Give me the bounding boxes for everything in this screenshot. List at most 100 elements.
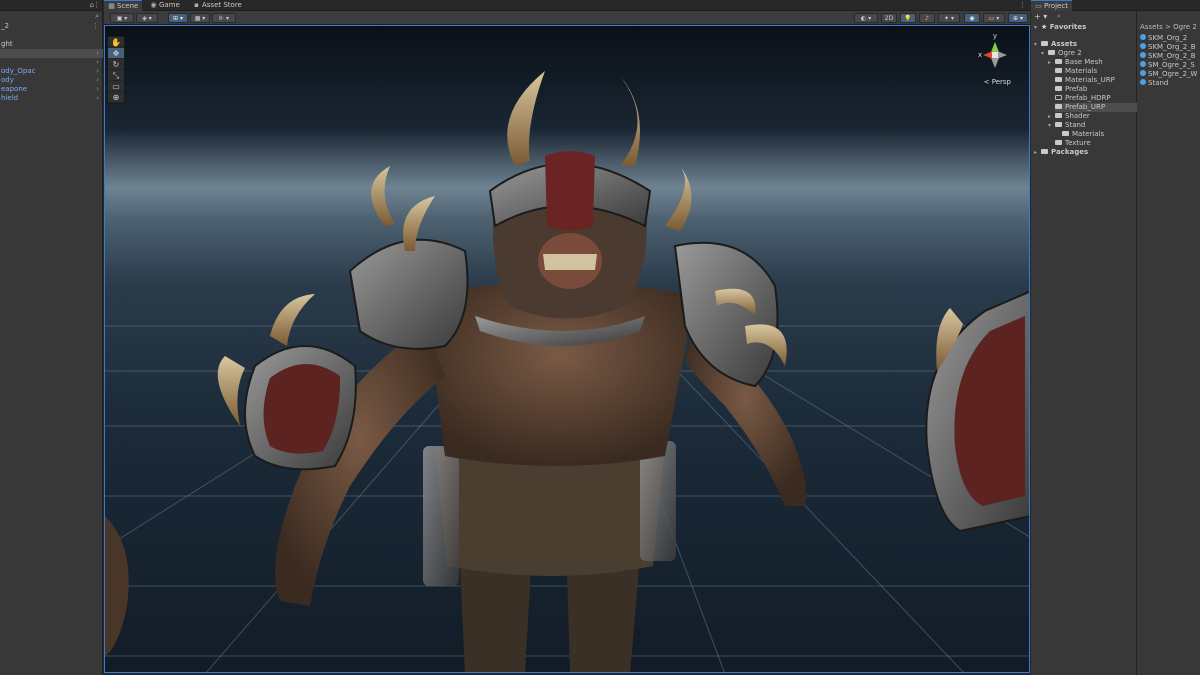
- tree-texture[interactable]: Texture: [1055, 139, 1091, 148]
- hierarchy-item[interactable]: eapone ›: [0, 85, 103, 94]
- tree-assets[interactable]: ▾ Assets: [1034, 40, 1077, 49]
- asset-item[interactable]: SM_Ogre_2_W: [1140, 70, 1197, 79]
- scene-render: [105, 71, 1029, 672]
- hierarchy-item[interactable]: _2 ⋮: [0, 22, 103, 31]
- tree-prefab-hdrp[interactable]: Prefab_HDRP: [1055, 94, 1111, 103]
- shading-mode-button[interactable]: ▣ ▾: [110, 13, 134, 23]
- search-icon[interactable]: ⌕: [1057, 12, 1061, 21]
- breadcrumb-ogre2[interactable]: Ogre 2: [1173, 23, 1197, 31]
- chevron-right-icon[interactable]: ›: [96, 67, 99, 76]
- scale-tool-icon[interactable]: ⤡: [108, 70, 124, 81]
- folder-icon: [1055, 58, 1062, 64]
- prefab-icon: [1140, 61, 1146, 67]
- orientation-gizmo[interactable]: y x: [975, 30, 1015, 74]
- visibility-icon[interactable]: ◉: [964, 13, 980, 23]
- hierarchy-item-label: ght: [1, 40, 13, 48]
- draw-mode-button[interactable]: ◈ ▾: [136, 13, 158, 23]
- tree-stand-materials[interactable]: Materials: [1062, 130, 1104, 139]
- projection-label[interactable]: < Persp: [984, 78, 1011, 86]
- asset-item[interactable]: Stand: [1140, 79, 1168, 88]
- gamepad-icon: ◉: [150, 1, 157, 9]
- tree-shader[interactable]: ▸ Shader: [1048, 112, 1090, 121]
- chevron-down-icon: ▾: [1034, 41, 1038, 48]
- gizmo-neg-y-axis[interactable]: [991, 58, 999, 68]
- chevron-right-icon[interactable]: ›: [96, 58, 99, 67]
- tree-prefab-urp[interactable]: Prefab_URP: [1055, 103, 1137, 112]
- gizmo-y-label: y: [993, 32, 997, 40]
- menu-icon[interactable]: ⋮: [93, 0, 100, 11]
- chevron-right-icon[interactable]: ›: [96, 49, 99, 58]
- increment-snap-button[interactable]: ⊪ ▾: [212, 13, 236, 23]
- tab-scene[interactable]: ▦ Scene: [104, 0, 143, 11]
- gizmo-neg-x-axis[interactable]: [997, 51, 1007, 59]
- hierarchy-item[interactable]: ght: [0, 40, 103, 49]
- hierarchy-item[interactable]: ody_Opac ›: [0, 67, 103, 76]
- grid-snap-button[interactable]: ▦ ▾: [190, 13, 210, 23]
- bag-icon: ▪: [194, 1, 199, 9]
- tree-prefab[interactable]: Prefab: [1055, 85, 1087, 94]
- folder-icon: [1055, 139, 1062, 145]
- asset-item[interactable]: SKM_Org_2_B: [1140, 43, 1196, 52]
- hierarchy-item-selected[interactable]: ›: [0, 49, 103, 58]
- tab-game[interactable]: ◉ Game: [146, 0, 184, 11]
- shield-fragment-left: [105, 516, 129, 656]
- chevron-right-icon: ▸: [1048, 113, 1052, 120]
- gizmo-x-axis[interactable]: [983, 51, 993, 59]
- tree-stand[interactable]: ▾ Stand: [1048, 121, 1085, 130]
- project-tab-bar: ▭ Project: [1031, 0, 1200, 11]
- scene-tab-bar: ▦ Scene ◉ Game ▪ Asset Store ⋮: [104, 0, 1030, 11]
- effects-icon[interactable]: ✦ ▾: [938, 13, 960, 23]
- asset-item[interactable]: SKM_Org_2: [1140, 34, 1187, 43]
- gizmo-y-axis[interactable]: [991, 42, 999, 52]
- lighting-icon[interactable]: 💡: [900, 13, 916, 23]
- folder-icon: [1055, 112, 1062, 118]
- add-asset-icon[interactable]: + ▾: [1034, 12, 1047, 21]
- tree-base-mesh[interactable]: ▸ Base Mesh: [1048, 58, 1103, 67]
- move-tool-icon[interactable]: ✥: [108, 48, 124, 59]
- prefab-icon: [1140, 34, 1146, 40]
- menu-icon[interactable]: ⋮: [92, 22, 99, 31]
- audio-icon[interactable]: ♪: [919, 13, 935, 23]
- gizmo-x-label: x: [978, 51, 982, 59]
- gizmo-center[interactable]: [992, 52, 998, 58]
- tree-materials-urp[interactable]: Materials_URP: [1055, 76, 1115, 85]
- tree-ogre2[interactable]: ▾ Ogre 2: [1041, 49, 1082, 58]
- hierarchy-header: ⌂ ⋮: [0, 0, 102, 11]
- chevron-right-icon: ▸: [1034, 149, 1038, 156]
- transform-tool-icon[interactable]: ⊕: [108, 92, 124, 103]
- menu-icon[interactable]: ⋮: [1019, 0, 1026, 11]
- scene-viewport[interactable]: ✋ ✥ ↻ ⤡ ▭ ⊕ y x < Persp: [104, 25, 1030, 673]
- breadcrumb-assets[interactable]: Assets: [1140, 23, 1163, 31]
- chevron-right-icon[interactable]: ›: [96, 85, 99, 94]
- asset-item[interactable]: SM_Ogre_2_S: [1140, 61, 1195, 70]
- asset-item[interactable]: SKM_Org_2_B: [1140, 52, 1196, 61]
- shield-right: [925, 290, 1029, 533]
- 2d-toggle-button[interactable]: 2D: [881, 13, 897, 23]
- tab-asset-store[interactable]: ▪ Asset Store: [189, 0, 246, 11]
- chevron-right-icon[interactable]: ›: [96, 76, 99, 85]
- folder-icon: [1041, 148, 1048, 154]
- prefab-icon: [1140, 79, 1146, 85]
- camera-icon[interactable]: ▭ ▾: [983, 13, 1005, 23]
- rect-tool-icon[interactable]: ▭: [108, 81, 124, 92]
- chevron-down-icon: ▾: [1048, 122, 1052, 129]
- hierarchy-item-label: ody_Opac: [1, 67, 36, 75]
- folder-icon: [1055, 85, 1062, 91]
- chevron-right-icon[interactable]: ›: [96, 94, 99, 103]
- tree-favorites[interactable]: ▾ ★ Favorites: [1034, 23, 1086, 32]
- hierarchy-item[interactable]: ody ›: [0, 76, 103, 85]
- hierarchy-item[interactable]: ›: [0, 58, 103, 67]
- hierarchy-item[interactable]: hield ›: [0, 94, 103, 103]
- rotate-tool-icon[interactable]: ↻: [108, 59, 124, 70]
- tree-materials[interactable]: Materials: [1055, 67, 1097, 76]
- tree-packages[interactable]: ▸ Packages: [1034, 148, 1088, 157]
- tab-project[interactable]: ▭ Project: [1031, 0, 1072, 11]
- sphere-icon[interactable]: ◐ ▾: [854, 13, 878, 23]
- hand-tool-icon[interactable]: ✋: [108, 37, 124, 48]
- chevron-down-icon: ▾: [1034, 24, 1038, 31]
- search-icon[interactable]: ⌕: [95, 12, 99, 21]
- prefab-icon: [1140, 70, 1146, 76]
- gizmos-icon[interactable]: ⊕ ▾: [1008, 13, 1028, 23]
- folder-icon: [1062, 130, 1069, 136]
- global-handle-button[interactable]: ⊞ ▾: [168, 13, 188, 23]
